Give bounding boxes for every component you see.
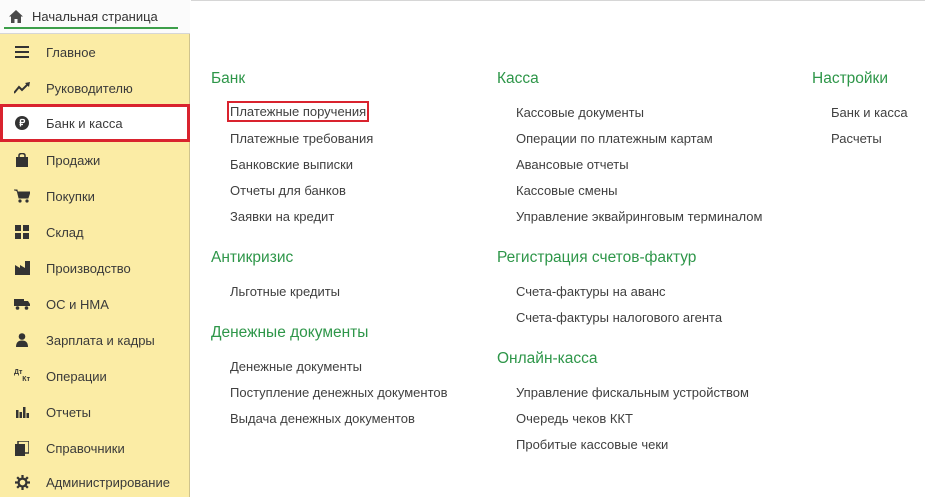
link-advance-invoices[interactable]: Счета-фактуры на аванс bbox=[516, 284, 666, 299]
sidebar-item-main[interactable]: Главное bbox=[0, 34, 190, 70]
sidebar-item-fixed-assets[interactable]: ОС и НМА bbox=[0, 286, 190, 322]
section-title-kassa: Касса bbox=[497, 70, 539, 87]
menu-lines-icon bbox=[14, 44, 30, 60]
sidebar-item-warehouse[interactable]: Склад bbox=[0, 214, 190, 250]
sidebar-item-bank-cash[interactable]: Банк и касса bbox=[0, 104, 190, 142]
link-payment-requests[interactable]: Платежные требования bbox=[230, 131, 373, 146]
sidebar-item-label: Операции bbox=[46, 368, 107, 384]
link-cash-shifts[interactable]: Кассовые смены bbox=[516, 183, 617, 198]
sidebar-item-manager[interactable]: Руководителю bbox=[0, 70, 190, 106]
grid-warehouse-icon bbox=[14, 224, 30, 240]
sidebar-item-reports[interactable]: Отчеты bbox=[0, 394, 190, 430]
sidebar-item-label: Производство bbox=[46, 260, 131, 276]
sidebar-item-production[interactable]: Производство bbox=[0, 250, 190, 286]
link-card-operations[interactable]: Операции по платежным картам bbox=[516, 131, 713, 146]
sidebar-item-purchases[interactable]: Покупки bbox=[0, 178, 190, 214]
sidebar-item-label: Главное bbox=[46, 44, 96, 60]
link-payment-orders[interactable]: Платежные поручения bbox=[227, 101, 370, 122]
sidebar-item-operations[interactable]: Дт Кт Операции bbox=[0, 358, 190, 394]
link-money-docs-receipt[interactable]: Поступление денежных документов bbox=[230, 385, 448, 400]
bar-chart-icon bbox=[14, 404, 30, 420]
link-money-docs[interactable]: Денежные документы bbox=[230, 359, 362, 374]
section-title-online-kassa: Онлайн-касса bbox=[497, 350, 598, 367]
link-preferential-credits[interactable]: Льготные кредиты bbox=[230, 284, 340, 299]
sidebar-item-label: Покупки bbox=[46, 188, 95, 204]
link-tax-agent-invoices[interactable]: Счета-фактуры налогового агента bbox=[516, 310, 722, 325]
link-acquiring-terminal[interactable]: Управление эквайринговым терминалом bbox=[516, 209, 762, 224]
link-settings-bank-cash[interactable]: Банк и касса bbox=[831, 105, 908, 120]
sidebar-item-label: Администрирование bbox=[46, 474, 170, 490]
truck-icon bbox=[14, 296, 30, 312]
section-title-money-docs: Денежные документы bbox=[211, 324, 369, 341]
sidebar-item-label: ОС и НМА bbox=[46, 296, 109, 312]
link-bank-reports[interactable]: Отчеты для банков bbox=[230, 183, 346, 198]
section-title-invoices: Регистрация счетов-фактур bbox=[497, 249, 697, 266]
sidebar-item-label: Отчеты bbox=[46, 404, 91, 420]
shopping-bag-icon bbox=[14, 152, 30, 168]
home-tab-label: Начальная страница bbox=[32, 9, 158, 24]
factory-icon bbox=[14, 260, 30, 276]
books-icon bbox=[14, 440, 30, 456]
section-title-bank: Банк bbox=[211, 70, 246, 87]
dt-glyph: Дт bbox=[14, 369, 23, 376]
kt-glyph: Кт bbox=[22, 376, 30, 383]
sidebar-item-salary-hr[interactable]: Зарплата и кадры bbox=[0, 322, 190, 358]
sidebar-item-label: Продажи bbox=[46, 152, 101, 168]
gear-icon bbox=[14, 474, 30, 490]
link-fiscal-device[interactable]: Управление фискальным устройством bbox=[516, 385, 749, 400]
dt-kt-icon: Дт Кт bbox=[14, 368, 30, 384]
home-tab[interactable]: Начальная страница bbox=[4, 6, 178, 29]
section-title-settings: Настройки bbox=[812, 70, 889, 87]
sidebar-item-label: Банк и касса bbox=[46, 115, 123, 131]
sidebar-item-administration[interactable]: Администрирование bbox=[0, 464, 190, 500]
sidebar-item-label: Руководителю bbox=[46, 80, 133, 96]
sidebar-item-label: Склад bbox=[46, 224, 84, 240]
section-title-anticrisis: Антикризис bbox=[211, 249, 294, 266]
link-credit-requests[interactable]: Заявки на кредит bbox=[230, 209, 334, 224]
ruble-coin-icon bbox=[14, 115, 30, 131]
link-cash-documents[interactable]: Кассовые документы bbox=[516, 105, 644, 120]
person-icon bbox=[14, 332, 30, 348]
link-advance-reports[interactable]: Авансовые отчеты bbox=[516, 157, 629, 172]
sidebar-item-label: Зарплата и кадры bbox=[46, 332, 155, 348]
link-settings-settlements[interactable]: Расчеты bbox=[831, 131, 882, 146]
tab-bar: Начальная страница bbox=[0, 0, 190, 34]
link-kkt-queue[interactable]: Очередь чеков ККТ bbox=[516, 411, 633, 426]
sidebar: Главное Руководителю Банк и касса Продаж… bbox=[0, 34, 190, 497]
trend-up-icon bbox=[14, 80, 30, 96]
link-money-docs-issue[interactable]: Выдача денежных документов bbox=[230, 411, 415, 426]
link-punched-receipts[interactable]: Пробитые кассовые чеки bbox=[516, 437, 668, 452]
section-content: Банк Платежные поручения Платежные требо… bbox=[191, 0, 925, 497]
cart-icon bbox=[14, 188, 30, 204]
sidebar-item-label: Справочники bbox=[46, 440, 125, 456]
home-icon bbox=[8, 9, 24, 25]
sidebar-item-sales[interactable]: Продажи bbox=[0, 142, 190, 178]
link-bank-statements[interactable]: Банковские выписки bbox=[230, 157, 353, 172]
sidebar-item-directories[interactable]: Справочники bbox=[0, 430, 190, 466]
